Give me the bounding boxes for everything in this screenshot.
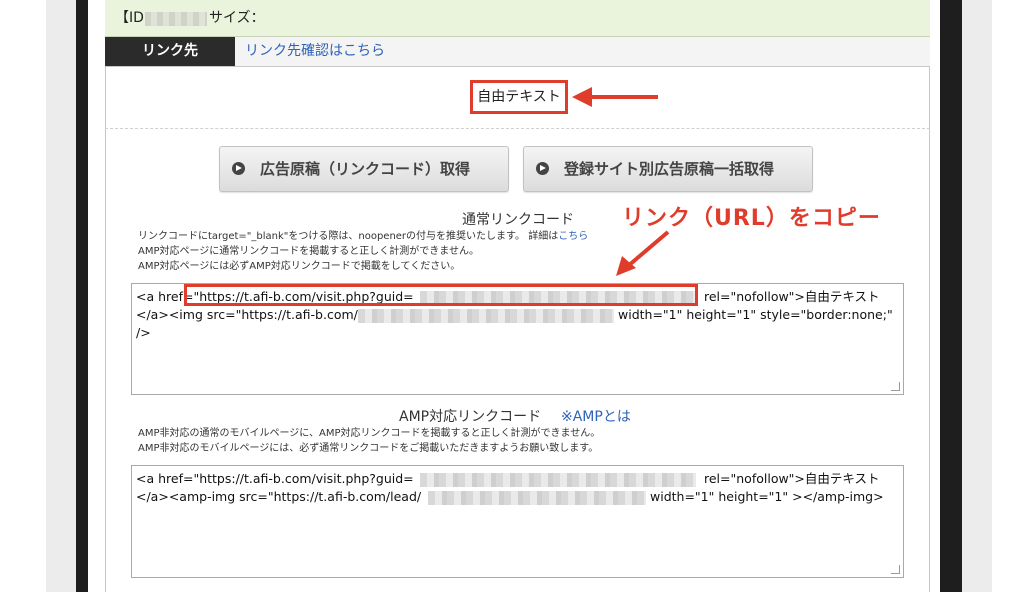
id-label: 【ID: [115, 10, 149, 26]
amp-code-line-2a: </a><amp-img src="https://t.afi-b.com/le… [136, 489, 422, 504]
img-src-redacted [358, 309, 614, 323]
bulk-get-ad-code-label: 登録サイト別広告原稿一括取得 [564, 160, 775, 178]
resize-handle[interactable] [891, 382, 900, 391]
normal-note-1-text: リンクコードにtarget="_blank"をつける際は、noopenerの付与… [138, 231, 559, 242]
details-link[interactable]: こちら [558, 231, 588, 242]
id-value-redacted [145, 12, 207, 26]
normal-note-3: AMP対応ページには必ずAMP対応リンクコードで掲載をしてください。 [138, 261, 461, 272]
amp-link-code-title: AMP対応リンクコード [399, 409, 542, 425]
page-gutter-left [46, 0, 76, 592]
amp-link-code-textarea[interactable]: <a href="https://t.afi-b.com/visit.php?g… [131, 465, 904, 578]
amp-src-redacted [428, 491, 646, 505]
normal-code-line-3: /> [136, 325, 151, 340]
normal-code-line-2b: width="1" height="1" style="border:none;… [618, 307, 893, 322]
amp-about-link[interactable]: ※AMPとは [561, 406, 631, 426]
link-destination-row: リンク先 リンク先確認はこちら [105, 37, 930, 67]
get-ad-code-label: 広告原稿（リンクコード）取得 [260, 160, 471, 178]
normal-note-2: AMP対応ページに通常リンクコードを掲載すると正しく計測ができません。 [138, 246, 479, 257]
link-destination-header: リンク先 [105, 37, 235, 66]
resize-handle[interactable] [891, 565, 900, 574]
size-label: サイズ： [209, 10, 265, 26]
section-divider [105, 128, 930, 129]
amp-code-line-2b: width="1" height="1" ></amp-img> [650, 489, 884, 504]
amp-code-line-1b: rel="nofollow">自由テキスト [704, 471, 880, 486]
get-ad-code-button[interactable]: 広告原稿（リンクコード）取得 [219, 146, 509, 192]
url-highlight-box [184, 284, 698, 306]
normal-link-code-title: 通常リンクコード [462, 212, 574, 228]
play-circle-icon [536, 162, 549, 175]
bulk-get-ad-code-button[interactable]: 登録サイト別広告原稿一括取得 [523, 146, 813, 192]
diagonal-arrow-annotation [616, 230, 670, 276]
amp-note-1: AMP非対応の通常のモバイルページに、AMP対応リンクコードを掲載すると正しく計… [138, 428, 601, 439]
amp-guid-redacted [420, 473, 696, 487]
page-gutter-right [962, 0, 992, 592]
normal-code-line-1b: rel="nofollow">自由テキスト [704, 289, 880, 304]
amp-note-2: AMP非対応のモバイルページには、必ず通常リンクコードをご掲載いただきますようお… [138, 443, 599, 454]
id-size-row: 【ID: サイズ： [105, 0, 930, 37]
play-circle-icon [232, 162, 245, 175]
free-text-label: 自由テキスト [470, 80, 568, 114]
left-arrow-annotation [572, 87, 658, 107]
link-destination-confirm-link[interactable]: リンク先確認はこちら [245, 37, 385, 66]
normal-note-1: リンクコードにtarget="_blank"をつける際は、noopenerの付与… [138, 230, 588, 244]
normal-code-line-2a: </a><img src="https://t.afi-b.com/ [136, 307, 358, 322]
amp-code-line-1a: <a href="https://t.afi-b.com/visit.php?g… [136, 471, 414, 486]
